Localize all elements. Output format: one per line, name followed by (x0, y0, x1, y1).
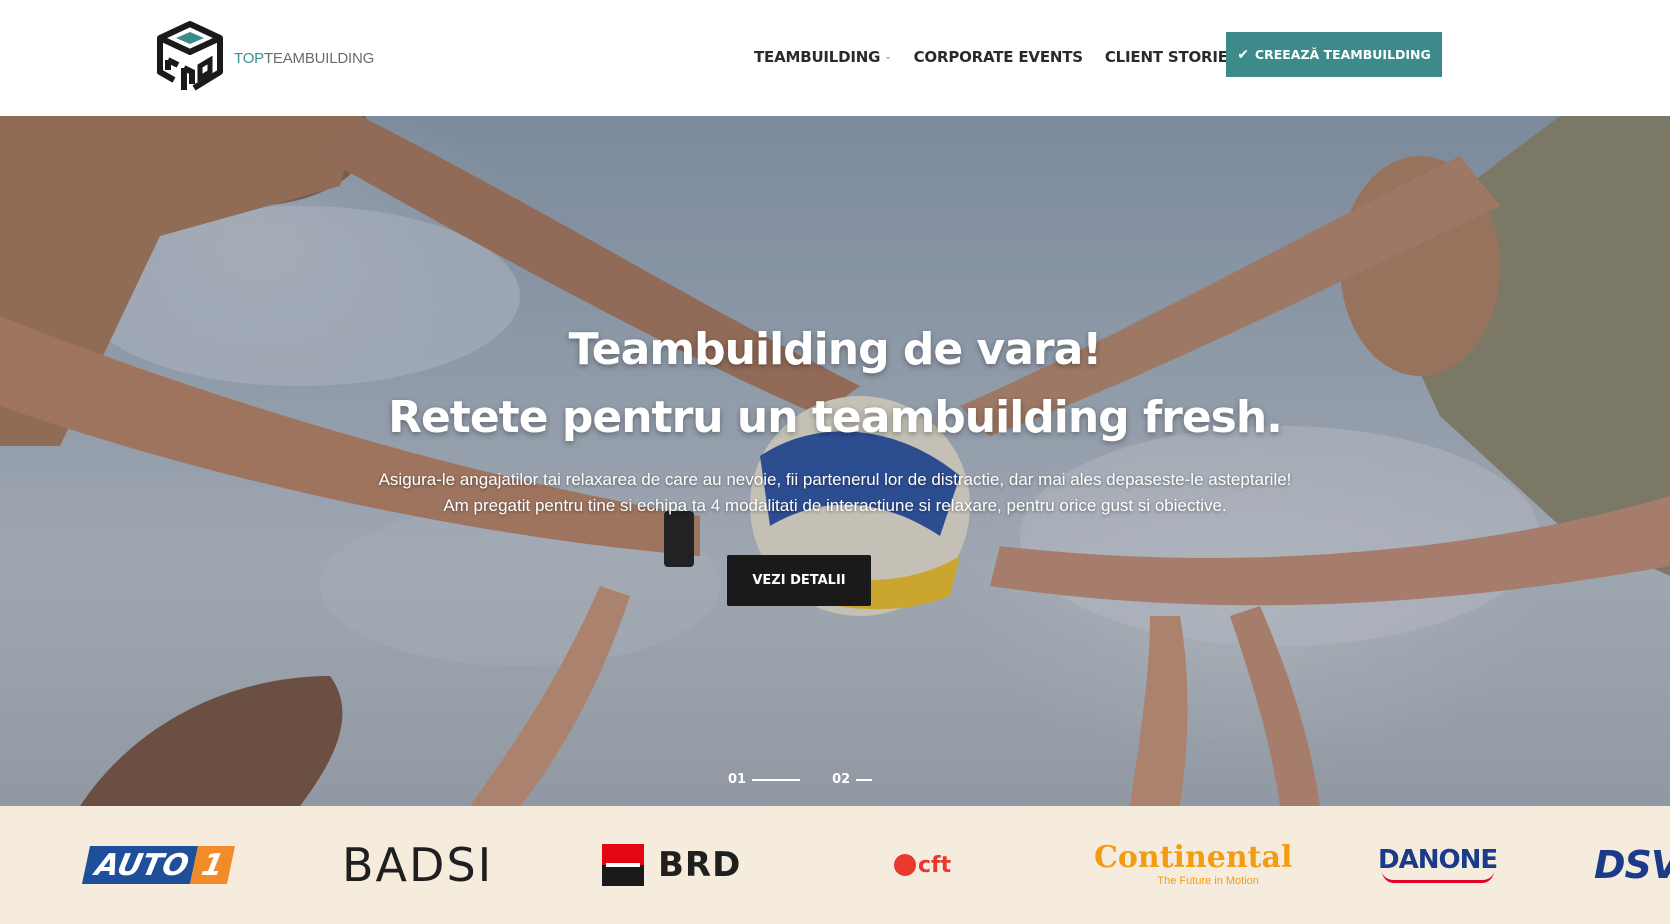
client-logos-strip: AUTO 1 BADSI BRD cft Continental The Fut… (0, 806, 1670, 924)
auto1-logo-box: AUTO 1 (81, 846, 236, 884)
nav-item-label: TEAMBUILDING (754, 48, 881, 66)
slide-indicator-line (856, 778, 873, 781)
site-header: TOPTEAMBUILDING TEAMBUILDING ⌄ CORPORATE… (0, 0, 1670, 116)
slide-number: 02 (832, 772, 851, 787)
nav-item-corporate-events[interactable]: CORPORATE EVENTS (914, 48, 1083, 66)
cube-logo-icon (157, 21, 223, 91)
slide-dot-2[interactable]: 02 (832, 772, 873, 787)
slider-pagination: 01 02 (728, 772, 873, 787)
nav-item-teambuilding[interactable]: TEAMBUILDING ⌄ (754, 48, 892, 66)
hero-description-line: Asigura-le angajatilor tai relaxarea de … (378, 470, 1292, 489)
create-teambuilding-button[interactable]: ✔ CREEAZĂ TEAMBUILDING (1226, 32, 1442, 77)
site-logo[interactable]: TOPTEAMBUILDING (154, 20, 374, 96)
danone-wordmark: DANONE (1378, 845, 1498, 875)
hero-overlay (0, 116, 1670, 806)
slide-indicator-line (752, 778, 801, 781)
client-logo-brd: BRD (602, 806, 741, 924)
logo-wordmark: TOPTEAMBUILDING (234, 50, 374, 67)
slide-number: 01 (728, 772, 747, 787)
brd-wordmark: BRD (658, 845, 742, 885)
danone-smile-icon (1381, 871, 1494, 883)
continental-tagline: The Future in Motion (1157, 875, 1259, 887)
nav-item-label: CORPORATE EVENTS (913, 48, 1083, 66)
chevron-down-icon: ⌄ (884, 52, 892, 62)
hero-description-line: Am pregatit pentru tine si echipa ta 4 m… (443, 496, 1227, 515)
cta-label: CREEAZĂ TEAMBUILDING (1254, 47, 1431, 62)
hero-slider: Teambuilding de vara! Retete pentru un t… (0, 116, 1670, 806)
hero-title: Teambuilding de vara! (568, 324, 1103, 375)
continental-wordmark: Continental (1094, 840, 1293, 875)
hero-subtitle: Retete pentru un teambuilding fresh. (388, 392, 1283, 443)
auto1-number: 1 (190, 846, 236, 884)
check-icon: ✔ (1237, 46, 1249, 63)
nav-item-label: CLIENT STORIES (1104, 48, 1239, 66)
client-logo-badsi: BADSI (342, 838, 494, 892)
client-logo-continental: Continental The Future in Motion (1094, 806, 1292, 924)
auto1-word: AUTO (81, 846, 199, 884)
client-logo-danone: DANONE (1378, 806, 1498, 924)
nav-item-client-stories[interactable]: CLIENT STORIES (1105, 48, 1239, 66)
cft-wordmark: cft (918, 852, 952, 878)
logo-text-accent: TOP (234, 49, 264, 67)
client-logo-auto1: AUTO 1 (81, 806, 236, 924)
cft-circle-icon (894, 854, 916, 876)
see-details-button[interactable]: VEZI DETALII (727, 555, 871, 606)
main-nav: TEAMBUILDING ⌄ CORPORATE EVENTS CLIENT S… (754, 48, 1260, 66)
logo-text-main: TEAMBUILDING (263, 49, 375, 67)
slide-dot-1[interactable]: 01 (728, 772, 801, 787)
brd-square-icon (602, 844, 644, 886)
client-logo-cft: cft (894, 806, 951, 924)
client-logo-dsv: DSV (1594, 843, 1670, 887)
